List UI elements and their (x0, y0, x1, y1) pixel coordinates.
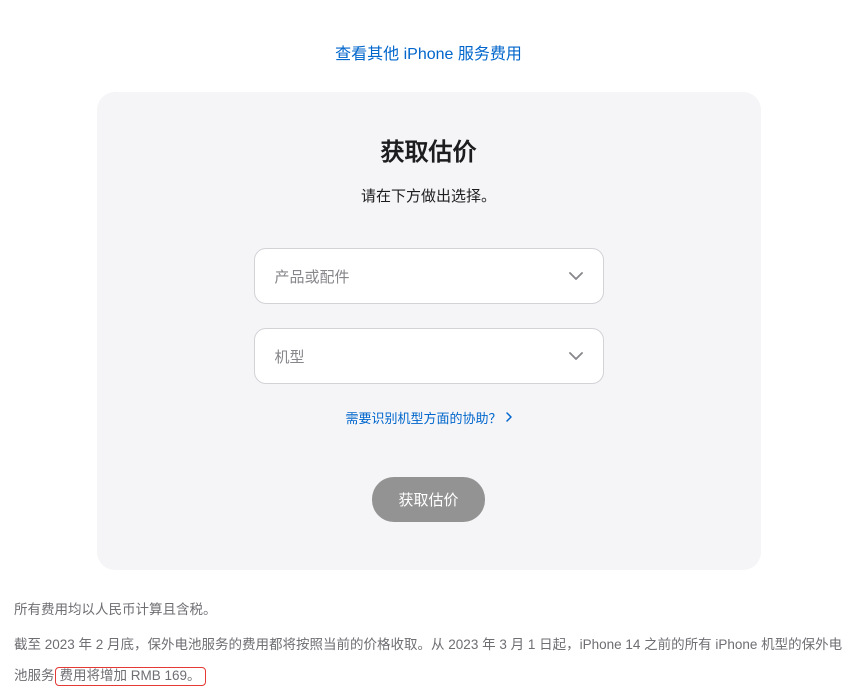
footer-note: 所有费用均以人民币计算且含税。 截至 2023 年 2 月底，保外电池服务的费用… (0, 570, 857, 691)
product-select-placeholder: 产品或配件 (275, 266, 350, 287)
product-select-wrapper: 产品或配件 (254, 248, 604, 304)
get-estimate-button[interactable]: 获取估价 (372, 477, 484, 522)
card-title: 获取估价 (147, 132, 711, 167)
chevron-right-icon (506, 410, 512, 425)
card-subtitle: 请在下方做出选择。 (147, 185, 711, 206)
top-link-container: 查看其他 iPhone 服务费用 (0, 0, 857, 92)
model-select[interactable]: 机型 (254, 328, 604, 384)
chevron-down-icon (569, 267, 583, 285)
footer-line-1: 所有费用均以人民币计算且含税。 (14, 594, 843, 625)
price-highlight: 费用将增加 RMB 169。 (55, 667, 206, 686)
other-services-link[interactable]: 查看其他 iPhone 服务费用 (335, 46, 522, 63)
footer-line-2: 截至 2023 年 2 月底，保外电池服务的费用都将按照当前的价格收取。从 20… (14, 629, 843, 691)
model-select-wrapper: 机型 (254, 328, 604, 384)
estimate-card: 获取估价 请在下方做出选择。 产品或配件 机型 需要识别机型方面的协助？ 获取估… (97, 92, 761, 570)
chevron-down-icon (569, 347, 583, 365)
help-link-text: 需要识别机型方面的协助？ (345, 408, 501, 427)
help-identify-link[interactable]: 需要识别机型方面的协助？ (345, 408, 511, 427)
product-select[interactable]: 产品或配件 (254, 248, 604, 304)
model-select-placeholder: 机型 (275, 346, 305, 367)
